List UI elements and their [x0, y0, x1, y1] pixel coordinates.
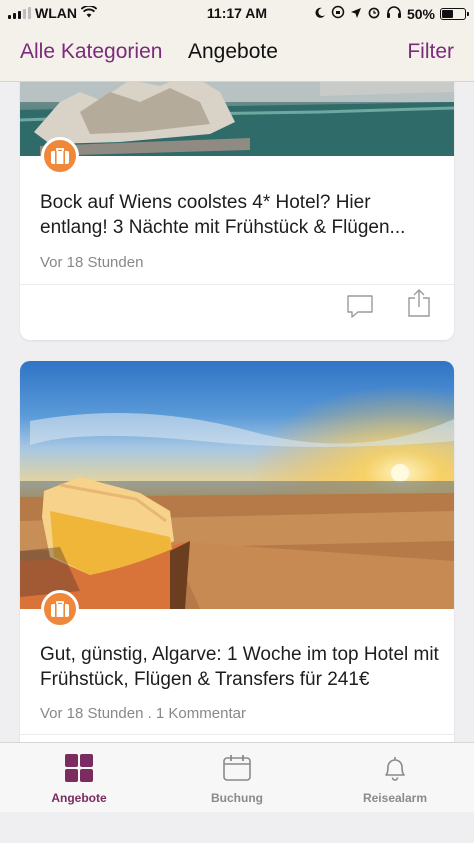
- offers-feed[interactable]: Bock auf Wiens coolstes 4* Hotel? Hier e…: [0, 82, 474, 742]
- battery-icon: [440, 7, 469, 20]
- alarm-icon: [367, 5, 381, 22]
- battery-percent: 50%: [406, 5, 435, 22]
- tab-label: Angebote: [51, 791, 107, 805]
- suitcase-icon: [41, 137, 79, 175]
- headphones-icon: [386, 5, 402, 22]
- card-divider: [20, 284, 454, 285]
- moon-icon: [314, 6, 326, 22]
- all-categories-button[interactable]: Alle Kategorien: [20, 40, 162, 64]
- tab-bar: Angebote Buchung Reisealarm: [0, 742, 474, 812]
- offer-image[interactable]: [20, 82, 454, 156]
- rotation-lock-icon: [331, 5, 345, 22]
- page-title: Angebote: [188, 40, 278, 63]
- tab-label: Reisealarm: [362, 791, 428, 805]
- filter-button[interactable]: Filter: [407, 40, 454, 64]
- tab-label: Buchung: [211, 791, 263, 805]
- comment-icon[interactable]: [346, 294, 374, 323]
- location-icon: [350, 6, 362, 22]
- tab-angebote[interactable]: Angebote: [19, 743, 139, 813]
- offer-title[interactable]: Bock auf Wiens coolstes 4* Hotel? Hier e…: [40, 190, 440, 240]
- card-divider: [20, 734, 454, 735]
- bell-icon: [380, 753, 410, 788]
- status-bar: WLAN 11:17 AM 50%: [0, 0, 474, 26]
- calendar-icon: [222, 753, 252, 788]
- tab-reisealarm[interactable]: Reisealarm: [335, 743, 455, 813]
- offer-title[interactable]: Gut, günstig, Algarve: 1 Woche im top Ho…: [40, 642, 440, 692]
- offer-meta: Vor 18 Stunden: [40, 254, 144, 271]
- offer-meta: Vor 18 Stunden . 1 Kommentar: [40, 705, 246, 722]
- grid-icon: [64, 753, 94, 788]
- share-icon[interactable]: [406, 288, 432, 323]
- status-right: 50%: [314, 5, 469, 22]
- offer-card[interactable]: Bock auf Wiens coolstes 4* Hotel? Hier e…: [20, 82, 454, 340]
- suitcase-icon: [41, 590, 79, 628]
- offer-image[interactable]: [20, 361, 454, 609]
- offer-card[interactable]: Gut, günstig, Algarve: 1 Woche im top Ho…: [20, 361, 454, 742]
- tab-buchung[interactable]: Buchung: [177, 743, 297, 813]
- navigation-bar: Alle Kategorien Angebote Filter: [0, 26, 474, 82]
